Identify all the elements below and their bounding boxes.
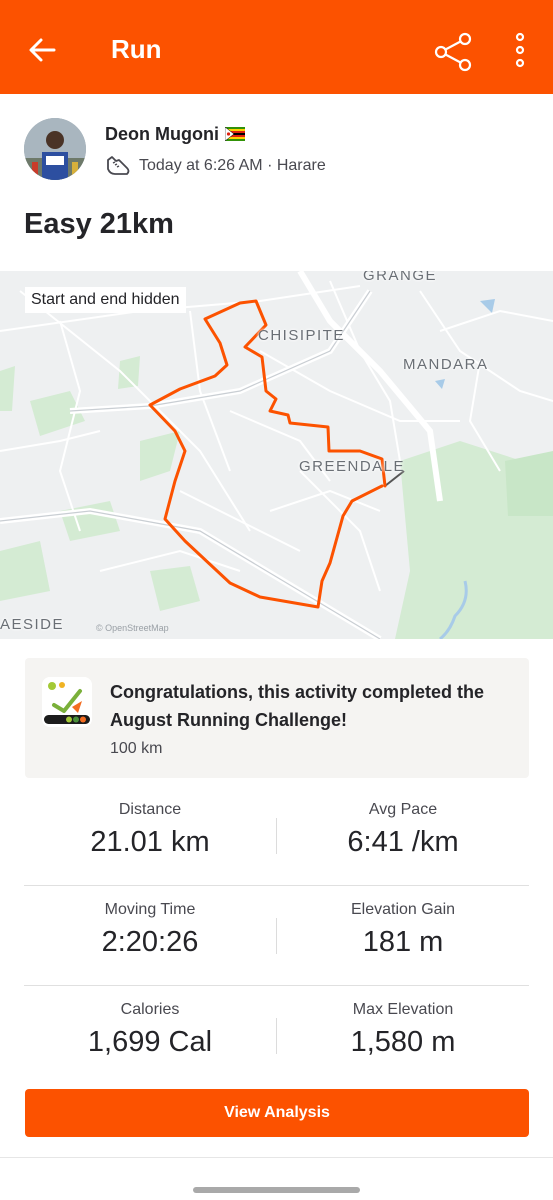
athlete-avatar[interactable] (24, 118, 86, 180)
divider (0, 1157, 553, 1158)
stat-value: 1,699 Cal (87, 1026, 213, 1058)
avatar-photo (24, 118, 86, 180)
august-running-challenge-badge (42, 677, 92, 727)
challenge-badge (42, 677, 92, 727)
privacy-label: Start and end hidden (25, 287, 186, 313)
stat-label: Moving Time (104, 901, 196, 918)
share-button[interactable] (432, 30, 476, 74)
route-map[interactable]: GRANGE CHISIPITE MANDARA GREENDALE AESID… (0, 271, 553, 639)
stat-label: Distance (118, 801, 182, 818)
stat-value: 6:41 /km (347, 826, 459, 858)
stat-distance: Distance 21.01 km (24, 786, 276, 859)
zimbabwe-flag-icon (224, 127, 245, 141)
map-credit: © OpenStreetMap (96, 623, 169, 633)
arrow-left-icon (29, 38, 56, 62)
challenge-message: Congratulations, this activity completed… (110, 682, 485, 730)
stat-label: Avg Pace (368, 801, 438, 818)
athlete-name-text: Deon Mugoni (105, 124, 219, 144)
stats-row: Calories 1,699 Cal Max Elevation 1,580 m (24, 986, 529, 1085)
activity-meta: Today at 6:26 AM · Harare (105, 154, 326, 178)
stat-elevation-gain: Elevation Gain 181 m (277, 886, 529, 959)
stat-moving-time: Moving Time 2:20:26 (24, 886, 276, 959)
map-label-mandara: MANDARA (403, 356, 489, 373)
stat-label: Elevation Gain (350, 901, 456, 918)
stat-avg-pace: Avg Pace 6:41 /km (277, 786, 529, 859)
page-title: Run (111, 34, 162, 64)
stat-value: 181 m (362, 926, 444, 958)
map-label-greendale: GREENDALE (299, 458, 406, 475)
activity-time-location: Today at 6:26 AM · Harare (139, 157, 326, 174)
stat-max-elevation: Max Elevation 1,580 m (277, 986, 529, 1059)
back-button[interactable] (22, 30, 62, 70)
share-icon (434, 32, 472, 72)
more-options-button[interactable] (505, 30, 535, 74)
stat-value: 21.01 km (90, 826, 210, 858)
view-analysis-button[interactable]: View Analysis (25, 1089, 529, 1137)
map-label-chisipite: CHISIPITE (258, 327, 345, 344)
running-shoe-icon (107, 156, 130, 175)
app-bar: Run (0, 0, 553, 94)
stats-row: Distance 21.01 km Avg Pace 6:41 /km (24, 786, 529, 886)
activity-title: Easy 21km (24, 208, 174, 240)
stat-label: Calories (120, 1001, 180, 1018)
map-label-grange: GRANGE (363, 271, 438, 284)
home-indicator[interactable] (193, 1187, 360, 1193)
stat-value: 2:20:26 (101, 926, 199, 958)
stat-value: 1,580 m (350, 1026, 456, 1058)
stats-row: Moving Time 2:20:26 Elevation Gain 181 m (24, 886, 529, 986)
stat-calories: Calories 1,699 Cal (24, 986, 276, 1059)
activity-stats: Distance 21.01 km Avg Pace 6:41 /km Movi… (24, 786, 529, 1085)
challenge-card[interactable]: Congratulations, this activity completed… (25, 658, 529, 778)
challenge-goal: 100 km (110, 740, 163, 757)
athlete-name[interactable]: Deon Mugoni (105, 124, 245, 145)
map-label-braeside: AESIDE (0, 616, 65, 633)
stat-label: Max Elevation (352, 1001, 454, 1018)
more-vertical-icon (515, 32, 525, 68)
